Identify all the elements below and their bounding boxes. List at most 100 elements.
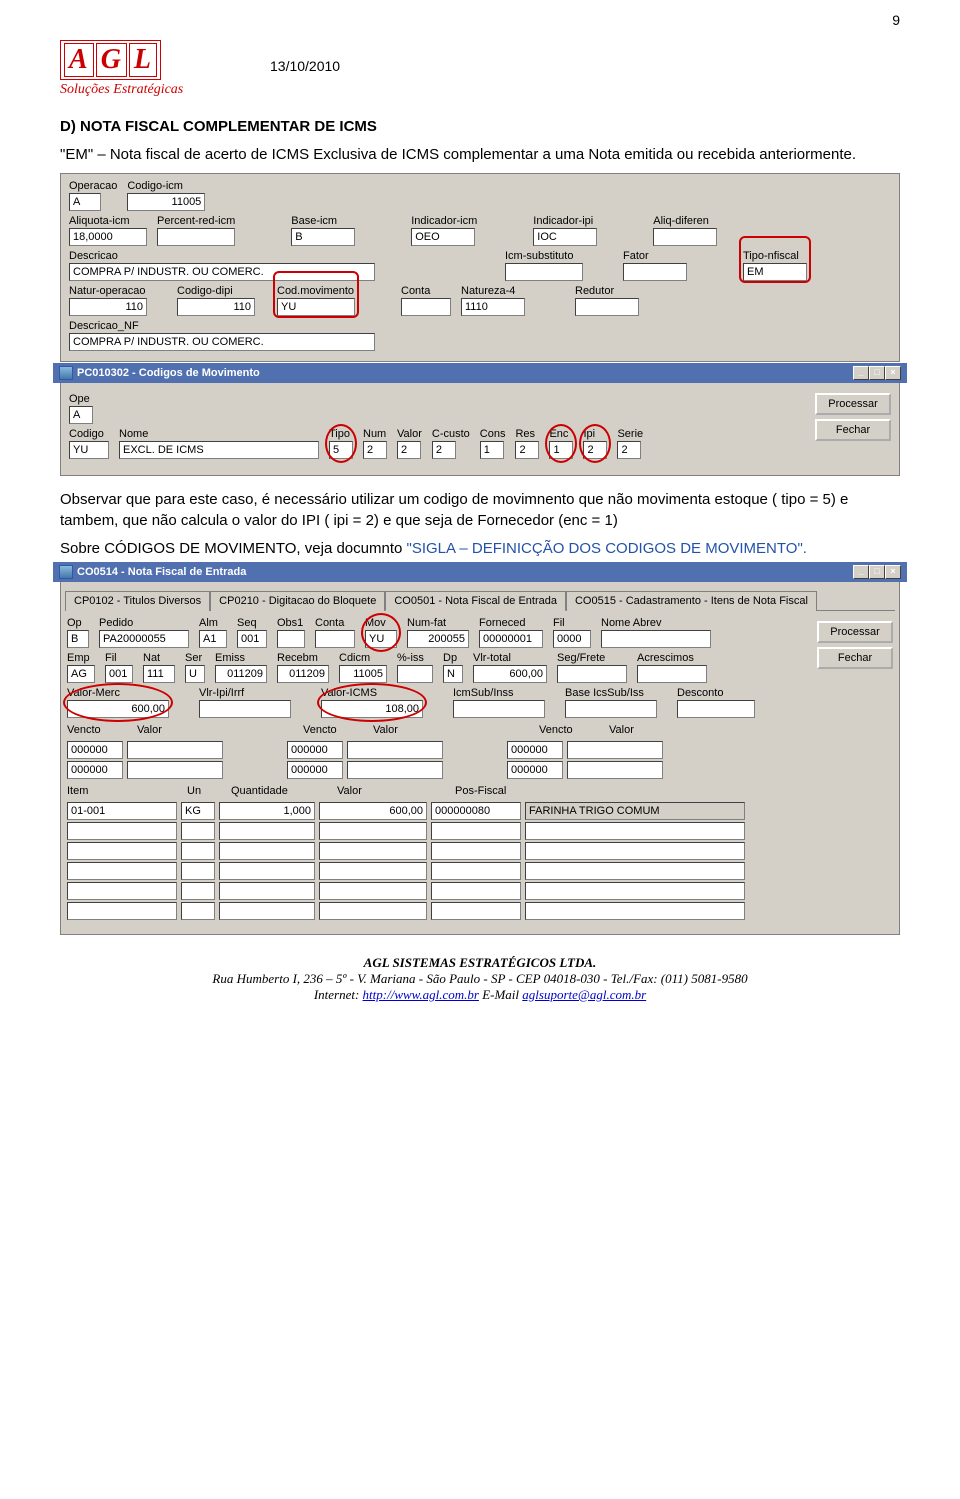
input-segfrete[interactable] bbox=[557, 665, 627, 683]
input-codigo-dipi[interactable] bbox=[177, 298, 255, 316]
input-valoricms[interactable] bbox=[321, 700, 423, 718]
input-c-custo[interactable] bbox=[432, 441, 456, 459]
input-item-desc[interactable] bbox=[525, 822, 745, 840]
input-vencto[interactable] bbox=[287, 761, 343, 779]
input-item-posfiscal[interactable] bbox=[431, 862, 521, 880]
input-vencto[interactable] bbox=[507, 761, 563, 779]
maximize-button[interactable]: □ bbox=[869, 366, 885, 380]
input-dp[interactable] bbox=[443, 665, 463, 683]
input-ope[interactable] bbox=[69, 406, 93, 424]
input-natur-operacao[interactable] bbox=[69, 298, 147, 316]
tab-nota-fiscal-entrada[interactable]: CO0501 - Nota Fiscal de Entrada bbox=[385, 591, 566, 611]
input-item-un[interactable] bbox=[181, 862, 215, 880]
input-item-posfiscal[interactable] bbox=[431, 802, 521, 820]
input-tipo-nfiscal[interactable] bbox=[743, 263, 807, 281]
input-item-posfiscal[interactable] bbox=[431, 902, 521, 920]
input-item-item[interactable] bbox=[67, 882, 177, 900]
input-vencto-valor[interactable] bbox=[127, 761, 223, 779]
input-item-un[interactable] bbox=[181, 822, 215, 840]
input-ipi[interactable] bbox=[583, 441, 607, 459]
input-cod-movimento[interactable] bbox=[277, 298, 355, 316]
input-item-desc[interactable] bbox=[525, 862, 745, 880]
input-item-posfiscal[interactable] bbox=[431, 822, 521, 840]
input-vencto-valor[interactable] bbox=[567, 741, 663, 759]
input-numfat[interactable] bbox=[407, 630, 469, 648]
input-fil[interactable] bbox=[553, 630, 591, 648]
tab-titulos-diversos[interactable]: CP0102 - Titulos Diversos bbox=[65, 591, 210, 611]
input-vlrtotal[interactable] bbox=[473, 665, 547, 683]
input-item-item[interactable] bbox=[67, 902, 177, 920]
input-valor[interactable] bbox=[397, 441, 421, 459]
input-vencto-valor[interactable] bbox=[347, 741, 443, 759]
input-percent-red[interactable] bbox=[157, 228, 235, 246]
input-item-valor[interactable] bbox=[319, 882, 427, 900]
input-res[interactable] bbox=[515, 441, 539, 459]
input-item-qtd[interactable] bbox=[219, 902, 315, 920]
input-codigo[interactable] bbox=[69, 441, 109, 459]
input-codigo-icm[interactable] bbox=[127, 193, 205, 211]
input-nome[interactable] bbox=[119, 441, 319, 459]
input-item-qtd[interactable] bbox=[219, 822, 315, 840]
input-seq[interactable] bbox=[237, 630, 267, 648]
input-item-un[interactable] bbox=[181, 882, 215, 900]
input-baseics[interactable] bbox=[565, 700, 657, 718]
input-obs1[interactable] bbox=[277, 630, 305, 648]
input-conta[interactable] bbox=[401, 298, 451, 316]
minimize-button[interactable]: _ bbox=[853, 565, 869, 579]
input-tipo[interactable] bbox=[329, 441, 353, 459]
input-item-valor[interactable] bbox=[319, 822, 427, 840]
tab-cadastramento-itens[interactable]: CO0515 - Cadastramento - Itens de Nota F… bbox=[566, 591, 817, 611]
maximize-button[interactable]: □ bbox=[869, 565, 885, 579]
input-cons[interactable] bbox=[480, 441, 504, 459]
input-alm[interactable] bbox=[199, 630, 227, 648]
input-vencto[interactable] bbox=[287, 741, 343, 759]
input-vencto[interactable] bbox=[67, 741, 123, 759]
input-mov[interactable] bbox=[365, 630, 397, 648]
input-fator[interactable] bbox=[623, 263, 687, 281]
input-piss[interactable] bbox=[397, 665, 433, 683]
input-nomeabrev[interactable] bbox=[601, 630, 711, 648]
input-vencto-valor[interactable] bbox=[127, 741, 223, 759]
input-aliq-diferen[interactable] bbox=[653, 228, 717, 246]
input-item-un[interactable] bbox=[181, 842, 215, 860]
input-natureza4[interactable] bbox=[461, 298, 525, 316]
input-pedido[interactable] bbox=[99, 630, 189, 648]
input-descricao[interactable] bbox=[69, 263, 375, 281]
input-item-item[interactable] bbox=[67, 822, 177, 840]
input-item-item[interactable] bbox=[67, 842, 177, 860]
input-item-valor[interactable] bbox=[319, 902, 427, 920]
input-base-icm[interactable] bbox=[291, 228, 355, 246]
input-indicador-icm[interactable] bbox=[411, 228, 475, 246]
processar-button[interactable]: Processar bbox=[815, 393, 891, 415]
input-desconto[interactable] bbox=[677, 700, 755, 718]
input-valormerc[interactable] bbox=[67, 700, 169, 718]
input-descricao-nf[interactable] bbox=[69, 333, 375, 351]
input-serie[interactable] bbox=[617, 441, 641, 459]
tab-digitacao-bloquete[interactable]: CP0210 - Digitacao do Bloquete bbox=[210, 591, 385, 611]
input-vencto[interactable] bbox=[67, 761, 123, 779]
input-forneced[interactable] bbox=[479, 630, 543, 648]
input-emiss[interactable] bbox=[215, 665, 267, 683]
input-item-qtd[interactable] bbox=[219, 862, 315, 880]
input-item-valor[interactable] bbox=[319, 802, 427, 820]
input-emp[interactable] bbox=[67, 665, 95, 683]
minimize-button[interactable]: _ bbox=[853, 366, 869, 380]
footer-mail[interactable]: aglsuporte@agl.com.br bbox=[522, 987, 646, 1002]
input-icm-substituto[interactable] bbox=[505, 263, 583, 281]
input-vencto[interactable] bbox=[507, 741, 563, 759]
footer-url[interactable]: http://www.agl.com.br bbox=[363, 987, 479, 1002]
input-aliquota-icm[interactable] bbox=[69, 228, 147, 246]
processar-button[interactable]: Processar bbox=[817, 621, 893, 643]
input-item-qtd[interactable] bbox=[219, 882, 315, 900]
input-item-desc[interactable] bbox=[525, 802, 745, 820]
close-button[interactable]: × bbox=[885, 565, 901, 579]
input-indicador-ipi[interactable] bbox=[533, 228, 597, 246]
input-vencto-valor[interactable] bbox=[347, 761, 443, 779]
input-fil2[interactable] bbox=[105, 665, 133, 683]
input-vlripi[interactable] bbox=[199, 700, 291, 718]
input-nat[interactable] bbox=[143, 665, 175, 683]
input-vencto-valor[interactable] bbox=[567, 761, 663, 779]
input-ser[interactable] bbox=[185, 665, 205, 683]
input-item-desc[interactable] bbox=[525, 902, 745, 920]
fechar-button[interactable]: Fechar bbox=[817, 647, 893, 669]
